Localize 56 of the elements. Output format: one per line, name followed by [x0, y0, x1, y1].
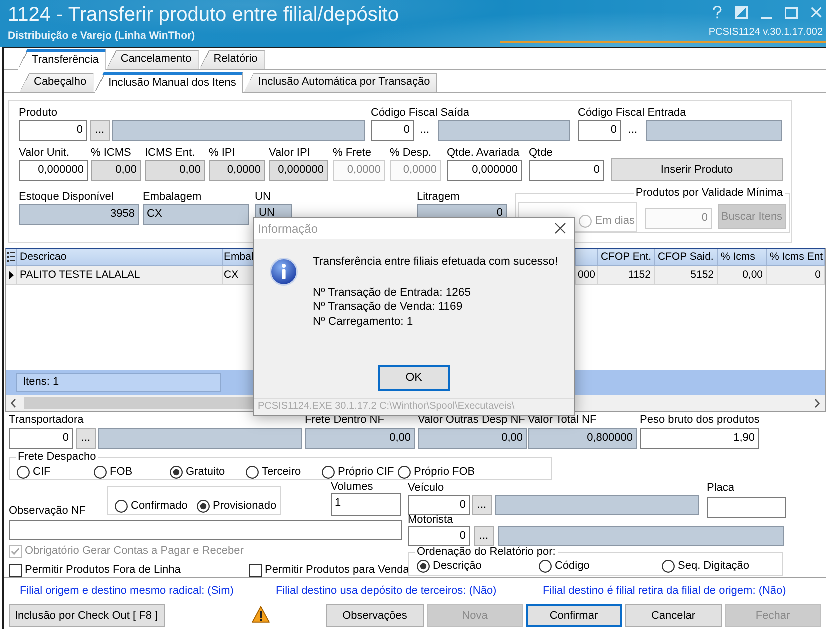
message-text: Transferência entre filiais efetuada com sucesso!: [313, 255, 558, 270]
field-label: Transportadora: [9, 413, 84, 428]
readonly-field: 0,800000: [528, 428, 637, 449]
readonly-field: 0,00: [305, 428, 415, 449]
field-label: Embalagem: [143, 191, 202, 204]
info-text: Filial destino usa depósito de terceiros: (Não): [276, 584, 497, 596]
field-label: Código Fiscal Entrada: [578, 107, 686, 120]
field-label: Observação NF: [9, 505, 88, 518]
field-label: Valor Unit.: [19, 147, 70, 160]
path-text: PCSIS1124.EXE 30.1.17.2 C:\Winthor\Spool\Executaveis\: [258, 401, 515, 412]
readonly-field: CX: [143, 204, 249, 225]
field-label: Litragem: [417, 191, 460, 204]
message-text: Nº Carregamento: 1: [313, 314, 414, 329]
table-cell: 0,00: [718, 266, 767, 284]
table-cell: 000: [576, 266, 598, 284]
field-label: Motorista: [408, 515, 454, 526]
window-title: 1124 - Transferir produto entre filial/depósito: [8, 3, 399, 27]
group-title: Ordenação do Relatório por:: [415, 546, 558, 559]
table-cell: 5152: [655, 266, 718, 284]
readonly-field: 0,00: [418, 428, 527, 449]
group-title: Produtos por Validade Mínima: [634, 187, 785, 200]
disabled-field: 0,0000: [333, 160, 385, 181]
version-text: PCSIS1124 v.30.1.17.002: [708, 27, 823, 39]
field-label: Estoque Disponível: [19, 191, 114, 204]
field-label: Produto: [19, 107, 58, 120]
field-label: Qtde: [529, 147, 553, 160]
table-cell: PALITO TESTE LALALAL: [17, 266, 223, 284]
disabled-field: 0,0000: [390, 160, 441, 181]
field-label: % IPI: [209, 147, 236, 160]
field-label: UN: [255, 191, 271, 204]
field-label: % Frete: [333, 147, 372, 160]
field-label: Peso bruto dos produtos: [640, 413, 760, 428]
readonly-field: 0,00: [91, 160, 141, 181]
group-title: Frete Despacho: [16, 451, 98, 464]
readonly-field: 0,000000: [269, 160, 328, 181]
readonly-field: 3958: [19, 204, 139, 225]
message-text: Nº Transação de Entrada: 1265: [313, 286, 472, 300]
info-text: Filial destino é filial retira da filial de origem: (Não): [543, 584, 786, 596]
field-label: % ICMS: [91, 147, 132, 160]
field-label: Qtde. Avariada: [447, 147, 520, 160]
field-label: ICMS Ent.: [145, 147, 196, 160]
window-subtitle: Distribuição e Varejo (Linha WinThor): [8, 30, 196, 43]
field-label: Placa: [707, 482, 735, 495]
field-label: Volumes: [331, 482, 374, 493]
readonly-field: 0,0000: [209, 160, 265, 181]
field-label: % Desp.: [390, 147, 432, 160]
table-cell: 1152: [598, 266, 655, 284]
readonly-field: 0,00: [145, 160, 205, 181]
field-label: Valor IPI: [269, 147, 310, 160]
field-label: Código Fiscal Saída: [371, 107, 470, 120]
disabled-field: 0: [645, 208, 712, 229]
message-text: Nº Transação de Venda: 1169: [313, 300, 464, 314]
item-count: Itens: 1: [16, 373, 221, 392]
table-cell: 0: [767, 266, 825, 284]
info-text: Filial origem e destino mesmo radical: (Sim): [20, 584, 234, 596]
field-label: Veículo: [408, 482, 444, 495]
